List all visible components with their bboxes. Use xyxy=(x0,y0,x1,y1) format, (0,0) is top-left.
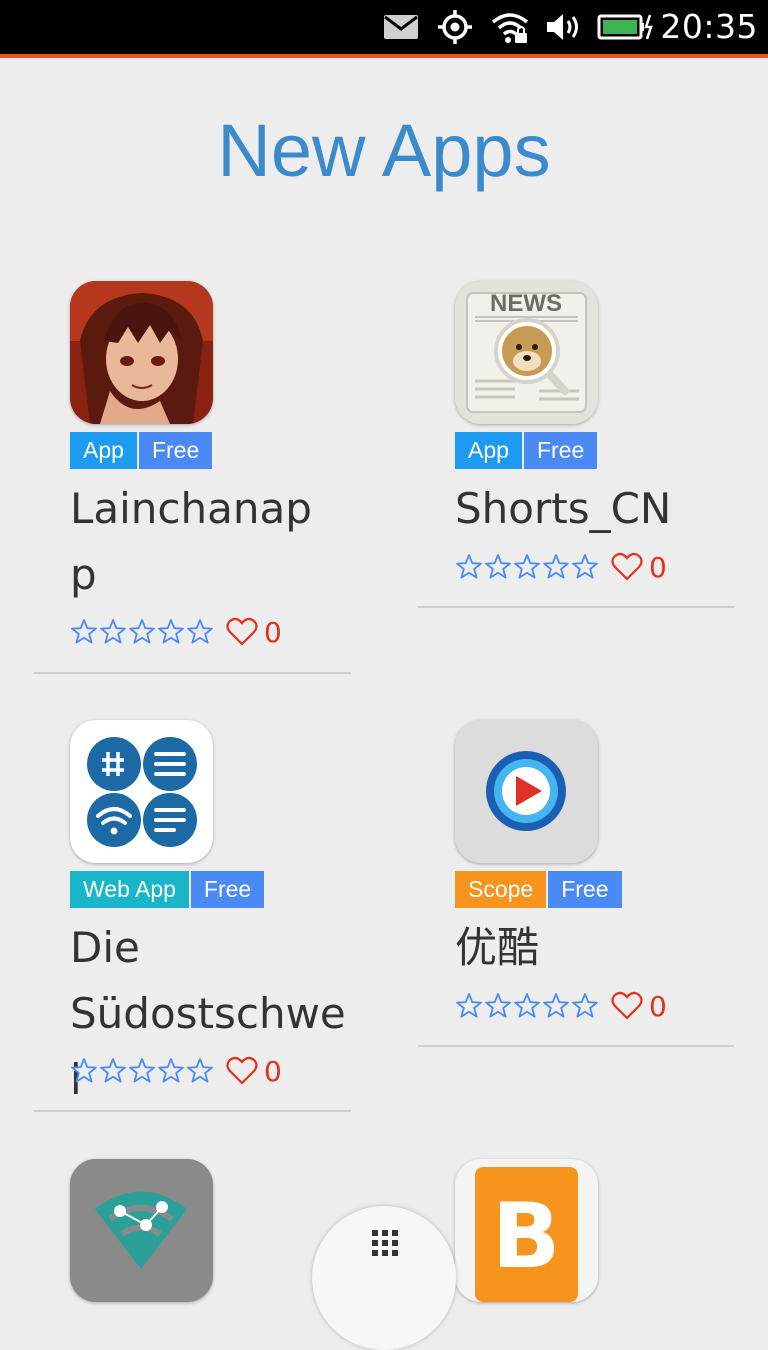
app-name[interactable]: 优酷 xyxy=(455,915,737,981)
app-card[interactable] xyxy=(70,1159,352,1302)
app-name[interactable]: Shorts_CN xyxy=(455,476,737,542)
type-badge: Scope xyxy=(455,871,547,908)
sudostschweiz-grid-icon[interactable] xyxy=(70,720,213,863)
app-card[interactable]: Web App Free Die Südostschwei 0 xyxy=(70,720,352,1120)
status-clock: 20:35 xyxy=(660,7,758,46)
heart-icon xyxy=(611,552,643,581)
status-accent-line xyxy=(0,54,768,58)
type-badge: App xyxy=(455,432,522,469)
star-icon xyxy=(456,993,482,1018)
star-rating xyxy=(70,1057,214,1085)
star-icon xyxy=(187,1058,213,1083)
star-rating xyxy=(455,553,599,581)
likes: 0 xyxy=(611,990,667,1023)
app-card[interactable]: B xyxy=(455,1159,737,1302)
star-icon xyxy=(485,554,511,579)
badge-group: Web App Free xyxy=(70,871,265,908)
svg-text:B: B xyxy=(492,1184,561,1289)
wifi-icon xyxy=(490,10,530,44)
badge-group: Scope Free xyxy=(455,871,622,908)
star-rating xyxy=(70,618,214,646)
apps-grid-icon xyxy=(372,1230,398,1256)
star-icon xyxy=(158,619,184,644)
type-badge: App xyxy=(70,432,137,469)
likes: 0 xyxy=(611,551,667,584)
star-icon xyxy=(129,619,155,644)
card-divider xyxy=(34,1110,351,1112)
star-icon xyxy=(187,619,213,644)
badge-group: App Free xyxy=(70,432,213,469)
price-badge: Free xyxy=(190,871,265,908)
heart-icon xyxy=(611,991,643,1020)
star-icon xyxy=(71,619,97,644)
app-card[interactable]: App Free Lainchanap p 0 xyxy=(70,281,352,681)
star-icon xyxy=(543,993,569,1018)
star-icon xyxy=(543,554,569,579)
star-icon xyxy=(572,993,598,1018)
type-badge: Web App xyxy=(70,871,189,908)
battery-charging-icon xyxy=(597,10,655,44)
likes: 0 xyxy=(226,1055,282,1088)
star-icon xyxy=(100,619,126,644)
rating-row: 0 xyxy=(455,990,667,1023)
anime-portrait-icon[interactable] xyxy=(70,281,213,424)
app-name[interactable]: Lainchanap p xyxy=(70,476,352,608)
wifi-network-icon[interactable] xyxy=(70,1159,213,1302)
star-icon xyxy=(514,554,540,579)
price-badge: Free xyxy=(548,871,622,908)
rating-row: 0 xyxy=(70,616,282,649)
star-rating xyxy=(455,992,599,1020)
card-divider xyxy=(34,672,351,674)
bottom-edge-button[interactable] xyxy=(312,1206,456,1350)
star-icon xyxy=(71,1058,97,1083)
price-badge: Free xyxy=(523,432,598,469)
star-icon xyxy=(158,1058,184,1083)
star-icon xyxy=(100,1058,126,1083)
rating-row: 0 xyxy=(70,1055,282,1088)
app-card[interactable]: Scope Free 优酷 0 xyxy=(455,720,737,1050)
status-bar: 20:35 xyxy=(0,0,768,54)
star-icon xyxy=(485,993,511,1018)
volume-icon xyxy=(544,10,584,44)
heart-icon xyxy=(226,617,258,646)
app-card[interactable]: NEWS App Free Shorts_CN 0 xyxy=(455,281,737,611)
likes-count: 0 xyxy=(264,615,282,649)
mail-icon xyxy=(382,10,420,44)
star-icon xyxy=(129,1058,155,1083)
svg-text:NEWS: NEWS xyxy=(490,290,562,317)
card-divider xyxy=(418,606,734,608)
badge-group: App Free xyxy=(455,432,598,469)
youku-play-icon[interactable] xyxy=(455,720,598,863)
price-badge: Free xyxy=(138,432,213,469)
blogger-b-icon[interactable]: B xyxy=(455,1159,598,1302)
news-doge-icon[interactable]: NEWS xyxy=(455,281,598,424)
star-icon xyxy=(456,554,482,579)
likes-count: 0 xyxy=(649,550,667,584)
heart-icon xyxy=(226,1056,258,1085)
likes-count: 0 xyxy=(649,989,667,1023)
star-icon xyxy=(572,554,598,579)
location-icon xyxy=(436,10,474,44)
rating-row: 0 xyxy=(455,551,667,584)
likes-count: 0 xyxy=(264,1054,282,1088)
star-icon xyxy=(514,993,540,1018)
page-title: New Apps xyxy=(217,109,551,192)
likes: 0 xyxy=(226,616,282,649)
card-divider xyxy=(418,1045,734,1047)
